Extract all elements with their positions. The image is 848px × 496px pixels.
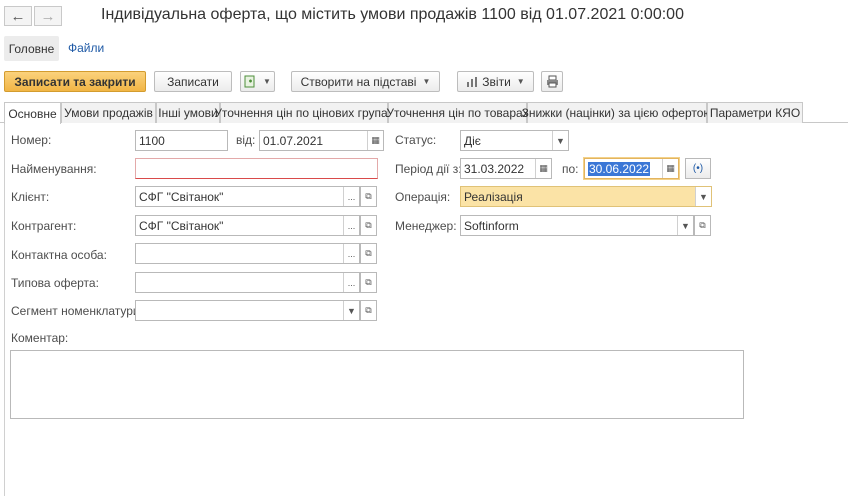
open-link-icon[interactable]: ⧉ — [360, 272, 377, 293]
number-field[interactable]: 1100 — [135, 130, 228, 151]
chevron-down-icon[interactable]: ▼ — [552, 131, 568, 150]
client-label: Клієнт: — [11, 190, 50, 204]
period-select-button[interactable]: (•) — [685, 158, 711, 179]
chevron-down-icon[interactable]: ▼ — [343, 301, 359, 320]
window-title: Індивідуальна оферта, що містить умови п… — [101, 6, 684, 23]
contractor-field[interactable]: СФГ "Світанок" ... — [135, 215, 360, 236]
tab-price-groups[interactable]: Уточнення цін по цінових групах — [214, 102, 394, 123]
name-field[interactable] — [135, 158, 378, 179]
period-to-field[interactable]: 30.06.2022 ▦ — [584, 158, 679, 179]
name-label: Найменування: — [11, 162, 97, 176]
chevron-down-icon[interactable]: ▼ — [677, 216, 693, 235]
template-field[interactable]: ... — [135, 272, 360, 293]
open-link-icon[interactable]: ⧉ — [694, 215, 711, 236]
contact-label: Контактна особа: — [11, 248, 107, 262]
period-label: Період дії з: — [395, 162, 462, 176]
printer-icon — [546, 75, 559, 88]
period-to-label: по: — [562, 162, 579, 176]
segment-select[interactable]: ▼ — [135, 300, 360, 321]
ellipsis-icon[interactable]: ... — [343, 216, 359, 235]
operation-label: Операція: — [395, 190, 451, 204]
manager-label: Менеджер: — [395, 219, 457, 233]
create-based-button[interactable]: Створити на підставі ▼ — [291, 71, 440, 92]
period-from-field[interactable]: 31.03.2022 ▦ — [460, 158, 552, 179]
operation-select[interactable]: Реалізація ▼ — [460, 186, 712, 207]
manager-field[interactable]: Softinform ▼ — [460, 215, 694, 236]
report-icon — [466, 76, 478, 88]
calendar-icon[interactable]: ▦ — [535, 159, 551, 178]
reports-button[interactable]: Звіти ▼ — [457, 71, 534, 92]
save-and-close-button[interactable]: Записати та закрити — [4, 71, 146, 92]
chevron-down-icon: ▼ — [516, 77, 525, 86]
chevron-down-icon[interactable]: ▼ — [695, 187, 711, 206]
calendar-icon[interactable]: ▦ — [662, 159, 678, 178]
contractor-label: Контрагент: — [11, 219, 77, 233]
tab-main[interactable]: Основне — [4, 102, 61, 124]
ellipsis-icon[interactable]: ... — [343, 187, 359, 206]
tab-sales-terms[interactable]: Умови продажів — [61, 102, 156, 123]
ellipsis-icon[interactable]: ... — [343, 273, 359, 292]
open-link-icon[interactable]: ⧉ — [360, 300, 377, 321]
arrow-left-icon: ← — [10, 7, 26, 25]
status-select[interactable]: Діє ▼ — [460, 130, 569, 151]
document-post-icon — [244, 75, 257, 88]
back-button[interactable]: ← — [4, 6, 32, 26]
segment-label: Сегмент номенклатури: — [11, 304, 143, 318]
tab-discounts[interactable]: Знижки (націнки) за цією офертою — [522, 102, 712, 123]
calendar-icon[interactable]: ▦ — [367, 131, 383, 150]
post-menu-button[interactable]: ▼ — [240, 71, 275, 92]
client-field[interactable]: СФГ "Світанок" ... — [135, 186, 360, 207]
status-label: Статус: — [395, 133, 437, 147]
open-link-icon[interactable]: ⧉ — [360, 215, 377, 236]
date-field[interactable]: 01.07.2021 ▦ — [259, 130, 384, 151]
chevron-down-icon: ▼ — [263, 77, 271, 86]
comment-textarea[interactable] — [10, 350, 744, 419]
section-main[interactable]: Головне — [4, 36, 59, 61]
tab-other-terms[interactable]: Інші умови — [156, 102, 220, 123]
section-files-link[interactable]: Файли — [68, 41, 104, 55]
chevron-down-icon: ▼ — [422, 77, 431, 86]
date-label: від: — [236, 133, 256, 147]
template-label: Типова оферта: — [11, 276, 99, 290]
tab-kyao-params[interactable]: Параметри КЯО — [707, 102, 803, 123]
number-label: Номер: — [11, 133, 52, 147]
open-link-icon[interactable]: ⧉ — [360, 186, 377, 207]
form-border — [4, 122, 5, 496]
open-link-icon[interactable]: ⧉ — [360, 243, 377, 264]
forward-button[interactable]: → — [34, 6, 62, 26]
save-button[interactable]: Записати — [154, 71, 232, 92]
ellipsis-icon[interactable]: ... — [343, 244, 359, 263]
contact-field[interactable]: ... — [135, 243, 360, 264]
arrow-right-icon: → — [40, 7, 56, 25]
period-select-icon: (•) — [692, 163, 704, 174]
print-button[interactable] — [541, 71, 563, 92]
comment-label: Коментар: — [11, 331, 69, 345]
tab-price-goods[interactable]: Уточнення цін по товарах — [386, 102, 529, 123]
